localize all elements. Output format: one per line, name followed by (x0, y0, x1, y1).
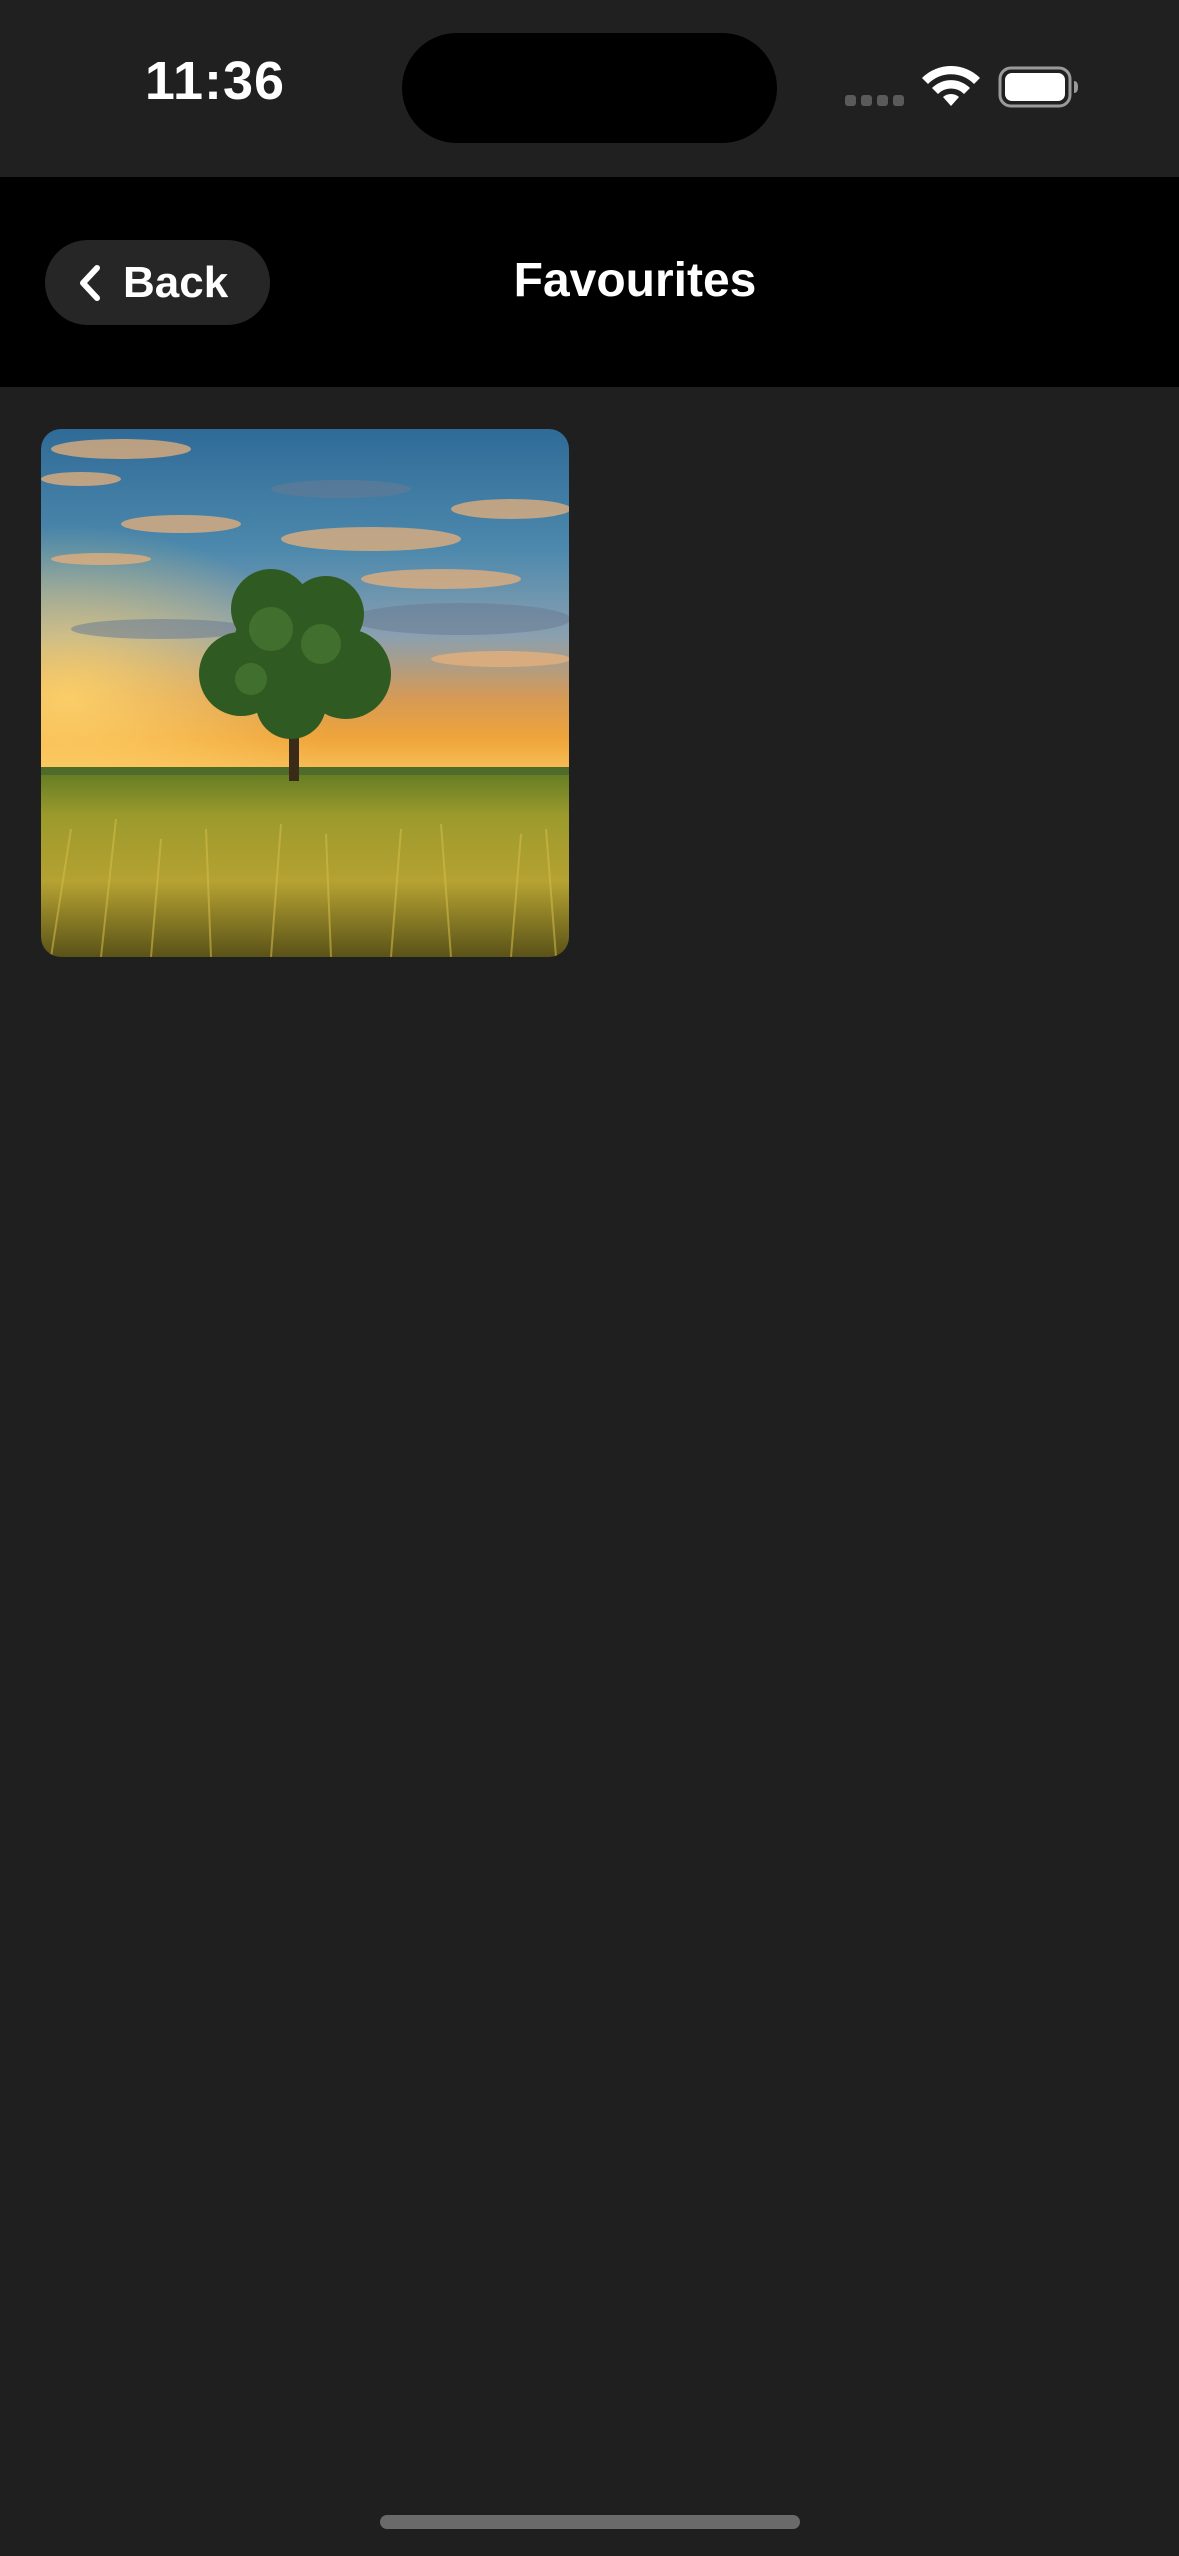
dynamic-island (402, 33, 777, 143)
navigation-bar: Back Favourites (0, 177, 1179, 387)
cellular-signal-icon (845, 95, 905, 107)
back-button[interactable]: Back (45, 240, 270, 325)
chevron-left-icon (80, 264, 100, 301)
tree-sunset-landscape-image (41, 429, 569, 957)
page-title: Favourites (513, 254, 757, 307)
status-time: 11:36 (144, 51, 286, 111)
wifi-icon (922, 66, 980, 106)
favourites-grid (0, 387, 1179, 2556)
battery-icon (998, 66, 1078, 108)
status-bar: 11:36 (0, 0, 1179, 177)
home-indicator[interactable] (380, 2515, 800, 2529)
back-button-label: Back (123, 257, 229, 307)
favourite-photo-tile[interactable] (41, 429, 569, 957)
